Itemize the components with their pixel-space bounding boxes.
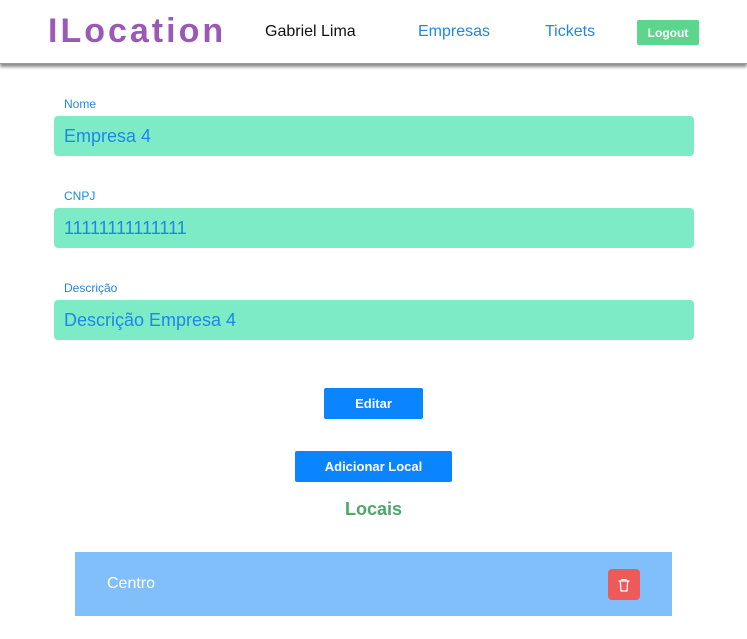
delete-local-button[interactable] (608, 569, 640, 600)
local-name: Centro (107, 575, 156, 592)
logout-button[interactable]: Logout (637, 20, 699, 45)
local-list-item[interactable]: Centro (75, 552, 672, 616)
current-user-name: Gabriel Lima (265, 23, 356, 40)
locais-title: Locais (344, 499, 403, 519)
cnpj-input[interactable] (54, 208, 694, 248)
edit-button[interactable]: Editar (324, 388, 423, 419)
descricao-label: Descrição (64, 281, 118, 295)
nav-link-tickets[interactable]: Tickets (545, 22, 595, 42)
cnpj-label: CNPJ (64, 189, 96, 203)
top-navbar: ILocation Gabriel Lima Empresas Tickets … (0, 0, 747, 64)
app-logo[interactable]: ILocation (48, 11, 226, 51)
trash-icon (618, 578, 630, 592)
nav-link-empresas[interactable]: Empresas (418, 22, 490, 42)
nome-input[interactable] (54, 116, 694, 156)
nome-label: Nome (64, 97, 97, 111)
add-local-button[interactable]: Adicionar Local (295, 451, 452, 482)
descricao-input[interactable] (54, 300, 694, 340)
